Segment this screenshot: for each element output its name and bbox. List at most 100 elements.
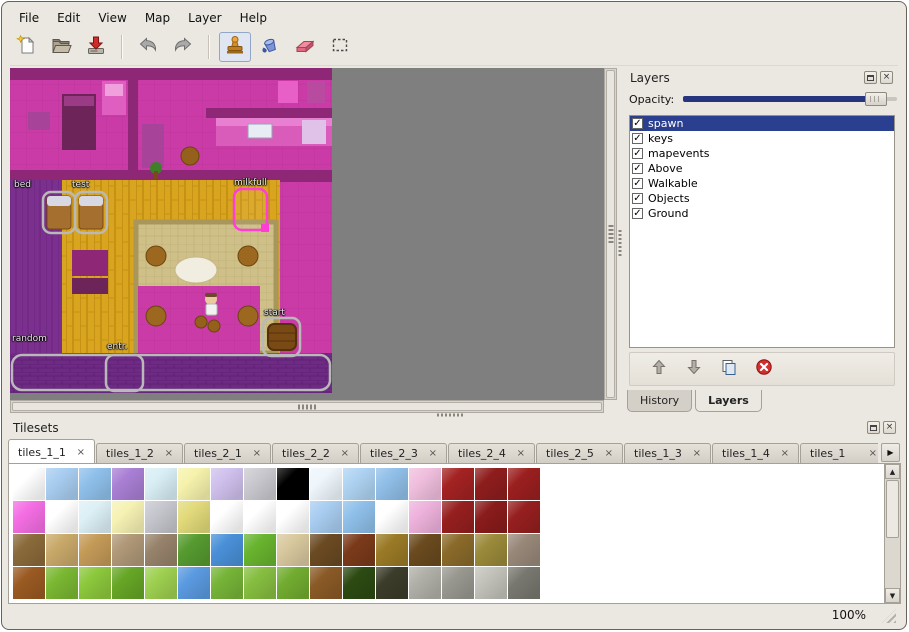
close-tab-icon[interactable]: ×	[605, 448, 613, 459]
float-panel-button[interactable]	[864, 71, 877, 84]
menu-view[interactable]: View	[89, 8, 135, 28]
tile[interactable]	[442, 468, 474, 500]
tile[interactable]	[376, 501, 408, 533]
redo-button[interactable]	[167, 32, 199, 62]
tile[interactable]	[13, 567, 45, 599]
layer-visibility-checkbox[interactable]: ✓	[632, 133, 643, 144]
tile[interactable]	[475, 534, 507, 566]
tile[interactable]	[442, 567, 474, 599]
tile[interactable]	[145, 501, 177, 533]
layer-row[interactable]: ✓Objects	[630, 191, 894, 206]
close-tab-icon[interactable]: ×	[429, 448, 437, 459]
tile[interactable]	[409, 534, 441, 566]
duplicate-layer-button[interactable]	[718, 358, 740, 380]
tile[interactable]	[46, 468, 78, 500]
tile[interactable]	[508, 567, 540, 599]
fill-tool-button[interactable]	[254, 32, 286, 62]
tile[interactable]	[277, 468, 309, 500]
tile[interactable]	[343, 534, 375, 566]
save-map-button[interactable]	[80, 32, 112, 62]
tile[interactable]	[112, 501, 144, 533]
menu-edit[interactable]: Edit	[48, 8, 89, 28]
open-map-button[interactable]	[45, 32, 77, 62]
tileset-tab[interactable]: tiles_2_4×	[448, 443, 535, 463]
tileset-tab[interactable]: tiles_1_2×	[96, 443, 183, 463]
tile[interactable]	[178, 567, 210, 599]
tile[interactable]	[508, 534, 540, 566]
tile[interactable]	[475, 468, 507, 500]
tile[interactable]	[343, 567, 375, 599]
tile[interactable]	[79, 501, 111, 533]
tile[interactable]	[343, 501, 375, 533]
tile[interactable]	[376, 567, 408, 599]
tile[interactable]	[376, 468, 408, 500]
tile[interactable]	[376, 534, 408, 566]
tileset-tab[interactable]: tiles_2_2×	[272, 443, 359, 463]
layer-row[interactable]: ✓spawn	[630, 116, 894, 131]
close-tab-icon[interactable]: ×	[517, 448, 525, 459]
delete-layer-button[interactable]	[753, 358, 775, 380]
tileset-tab[interactable]: tiles_1_1×	[8, 439, 95, 463]
tile[interactable]	[277, 501, 309, 533]
close-tab-icon[interactable]: ×	[869, 448, 877, 459]
layer-visibility-checkbox[interactable]: ✓	[632, 118, 643, 129]
select-tool-button[interactable]	[324, 32, 356, 62]
eraser-tool-button[interactable]	[289, 32, 321, 62]
menu-map[interactable]: Map	[136, 8, 179, 28]
tile[interactable]	[79, 468, 111, 500]
tile[interactable]	[310, 534, 342, 566]
tile[interactable]	[244, 501, 276, 533]
lower-layer-button[interactable]	[683, 358, 705, 380]
map-canvas[interactable]: bedtestmilkfullstartrandomentr.	[10, 68, 332, 393]
tile[interactable]	[145, 567, 177, 599]
tile[interactable]	[277, 567, 309, 599]
undo-button[interactable]	[132, 32, 164, 62]
layer-row[interactable]: ✓mapevents	[630, 146, 894, 161]
close-panel-button[interactable]: ×	[880, 71, 893, 84]
layer-visibility-checkbox[interactable]: ✓	[632, 178, 643, 189]
menu-layer[interactable]: Layer	[179, 8, 230, 28]
layer-visibility-checkbox[interactable]: ✓	[632, 193, 643, 204]
tile[interactable]	[145, 534, 177, 566]
tile[interactable]	[112, 468, 144, 500]
menu-help[interactable]: Help	[231, 8, 276, 28]
layer-visibility-checkbox[interactable]: ✓	[632, 148, 643, 159]
resize-grip[interactable]	[882, 609, 896, 623]
tileset-tab[interactable]: tiles_2_5×	[536, 443, 623, 463]
tile[interactable]	[112, 534, 144, 566]
tile[interactable]	[310, 468, 342, 500]
scrollbar-thumb[interactable]	[606, 70, 615, 398]
tile[interactable]	[79, 567, 111, 599]
tile[interactable]	[277, 534, 309, 566]
close-tab-icon[interactable]: ×	[693, 448, 701, 459]
layer-row[interactable]: ✓Above	[630, 161, 894, 176]
tileset-tab[interactable]: tiles_1_3×	[624, 443, 711, 463]
close-tab-icon[interactable]: ×	[165, 448, 173, 459]
tile[interactable]	[46, 501, 78, 533]
tile[interactable]	[244, 468, 276, 500]
tileset-tab[interactable]: tiles_1×	[800, 443, 878, 463]
tile[interactable]	[409, 567, 441, 599]
map-vertical-scrollbar[interactable]	[604, 68, 617, 400]
tile[interactable]	[211, 534, 243, 566]
layer-row[interactable]: ✓Ground	[630, 206, 894, 221]
tile[interactable]	[79, 534, 111, 566]
stamp-tool-button[interactable]	[219, 32, 251, 62]
close-tab-icon[interactable]: ×	[253, 448, 261, 459]
map-viewport[interactable]: bedtestmilkfullstartrandomentr.	[10, 68, 604, 400]
opacity-slider[interactable]	[683, 92, 897, 106]
tile[interactable]	[409, 501, 441, 533]
tile[interactable]	[211, 567, 243, 599]
tile[interactable]	[442, 501, 474, 533]
scroll-up-button[interactable]: ▲	[885, 464, 900, 479]
tile[interactable]	[13, 501, 45, 533]
menu-file[interactable]: File	[10, 8, 48, 28]
close-tab-icon[interactable]: ×	[781, 448, 789, 459]
tile[interactable]	[310, 501, 342, 533]
tile[interactable]	[211, 468, 243, 500]
tile[interactable]	[178, 534, 210, 566]
close-tab-icon[interactable]: ×	[341, 448, 349, 459]
scrollbar-thumb[interactable]	[12, 402, 602, 411]
tile[interactable]	[310, 567, 342, 599]
tileset-tab[interactable]: tiles_1_4×	[712, 443, 799, 463]
